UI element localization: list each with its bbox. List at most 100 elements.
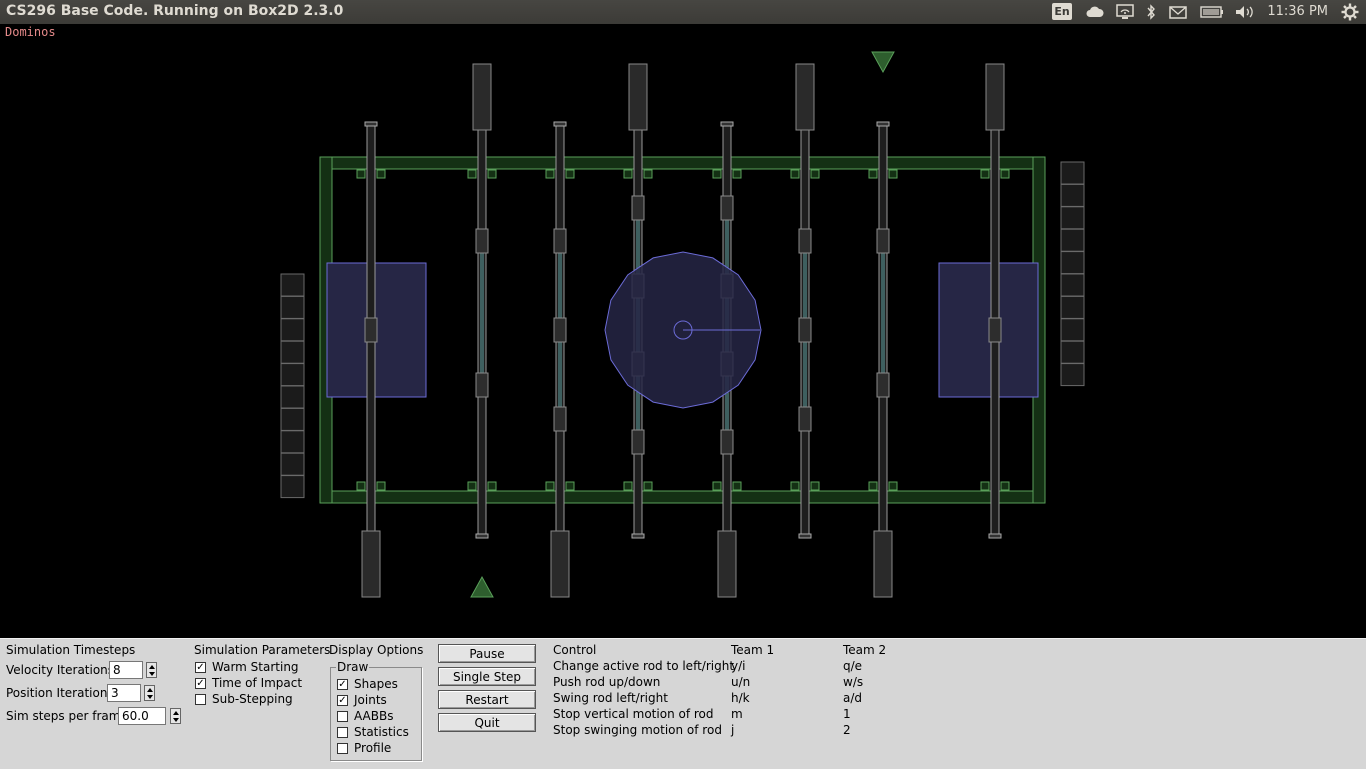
mail-icon[interactable] [1167, 2, 1189, 22]
bumper-block [1060, 228, 1085, 252]
velocity-iterations-stepper[interactable] [146, 662, 157, 678]
rod-handle [795, 63, 815, 131]
controls-header-2: Team 2 [843, 643, 887, 657]
joint-marker [980, 481, 990, 491]
position-iterations-input[interactable]: 3 [107, 684, 141, 702]
bumper-block [280, 430, 305, 454]
position-iterations-label: Position Iterations [6, 686, 114, 700]
sim-steps-stepper[interactable] [170, 708, 181, 724]
player-figure [553, 317, 567, 343]
rod-shaft [878, 125, 888, 533]
battery-icon[interactable] [1199, 2, 1225, 22]
draw-option-checkbox-0[interactable]: ✓ [337, 679, 348, 690]
rod-handle [873, 530, 893, 598]
bumper-block [1060, 273, 1085, 297]
bumper-block [280, 407, 305, 431]
draw-option-label-4: Profile [354, 741, 392, 755]
joint-marker [888, 169, 898, 179]
controls-header-1: Team 1 [731, 643, 775, 657]
bumper-block [280, 318, 305, 342]
control-panel: Simulation Timesteps Velocity Iterations… [0, 638, 1366, 769]
joint-marker [356, 481, 366, 491]
bumper-block [1060, 318, 1085, 342]
gear-icon[interactable] [1339, 2, 1361, 22]
joint-marker [712, 169, 722, 179]
clock[interactable]: 11:36 PM [1267, 4, 1328, 19]
velocity-iterations-input[interactable]: 8 [109, 661, 143, 679]
keyboard-layout-icon[interactable]: En [1052, 3, 1072, 20]
controls-cell: y/i [731, 659, 746, 673]
pause-button[interactable]: Pause [438, 644, 536, 663]
joint-marker [790, 169, 800, 179]
restart-button[interactable]: Restart [438, 690, 536, 709]
rod-handle [985, 63, 1005, 131]
top-panel: CS296 Base Code. Running on Box2D 2.3.0 … [0, 0, 1366, 24]
player-figure [798, 406, 812, 432]
bumper-block [1060, 161, 1085, 185]
joint-marker [545, 169, 555, 179]
rod-handle [472, 63, 492, 131]
bumper-block [1060, 183, 1085, 207]
network-icon[interactable] [1114, 2, 1136, 22]
joint-marker [376, 481, 386, 491]
controls-cell: Stop swinging motion of rod [553, 723, 722, 737]
parameter-label-2: Sub-Stepping [212, 692, 293, 706]
player-figure [876, 228, 890, 254]
rod-cap [364, 121, 378, 127]
rod-cap [553, 121, 567, 127]
draw-option-label-3: Statistics [354, 725, 409, 739]
controls-cell: j [731, 723, 735, 737]
parameter-checkbox-2[interactable] [195, 694, 206, 705]
display-options-heading: Display Options [329, 643, 424, 657]
velocity-iterations-label: Velocity Iterations [6, 663, 115, 677]
joint-marker [790, 481, 800, 491]
parameter-label-0: Warm Starting [212, 660, 299, 674]
joint-marker [810, 169, 820, 179]
controls-cell: 2 [843, 723, 851, 737]
parameter-checkbox-0[interactable]: ✓ [195, 662, 206, 673]
bumper-block [1060, 206, 1085, 230]
player-figure [720, 429, 734, 455]
right-bumper-stack [1060, 161, 1085, 387]
draw-option-checkbox-1[interactable]: ✓ [337, 695, 348, 706]
draw-group-label: Draw [336, 660, 370, 674]
joint-marker [467, 481, 477, 491]
joint-marker [467, 169, 477, 179]
bumper-block [1060, 363, 1085, 387]
bumper-block [1060, 251, 1085, 275]
rod-cap [876, 121, 890, 127]
volume-icon[interactable] [1234, 2, 1258, 22]
window-title: CS296 Base Code. Running on Box2D 2.3.0 [6, 3, 344, 19]
bumper-block [280, 475, 305, 499]
controls-cell: Swing rod left/right [553, 691, 668, 705]
draw-option-checkbox-3[interactable] [337, 727, 348, 738]
draw-option-checkbox-2[interactable] [337, 711, 348, 722]
quit-button[interactable]: Quit [438, 713, 536, 732]
joint-marker [712, 481, 722, 491]
joint-marker [356, 169, 366, 179]
controls-cell: Stop vertical motion of rod [553, 707, 714, 721]
ball[interactable] [604, 251, 762, 409]
draw-option-checkbox-4[interactable] [337, 743, 348, 754]
sim-steps-input[interactable]: 60.0 [118, 707, 166, 725]
rod-handle [361, 530, 381, 598]
bluetooth-icon[interactable] [1142, 2, 1160, 22]
player-figure [475, 228, 489, 254]
parameter-checkbox-1[interactable]: ✓ [195, 678, 206, 689]
position-iterations-stepper[interactable] [144, 685, 155, 701]
cloud-icon[interactable] [1084, 2, 1106, 22]
single-step-button[interactable]: Single Step [438, 667, 536, 686]
bumper-block [280, 340, 305, 364]
draw-option-label-2: AABBs [354, 709, 394, 723]
player-figure [798, 317, 812, 343]
draw-option-label-1: Joints [354, 693, 387, 707]
rod-cap [631, 533, 645, 539]
joint-marker [623, 169, 633, 179]
controls-cell: h/k [731, 691, 750, 705]
player-figure [553, 406, 567, 432]
timesteps-heading: Simulation Timesteps [6, 643, 136, 657]
bumper-block [280, 452, 305, 476]
simulation-canvas[interactable]: Dominos [0, 24, 1366, 638]
controls-cell: q/e [843, 659, 863, 673]
scene-label: Dominos [5, 25, 56, 39]
